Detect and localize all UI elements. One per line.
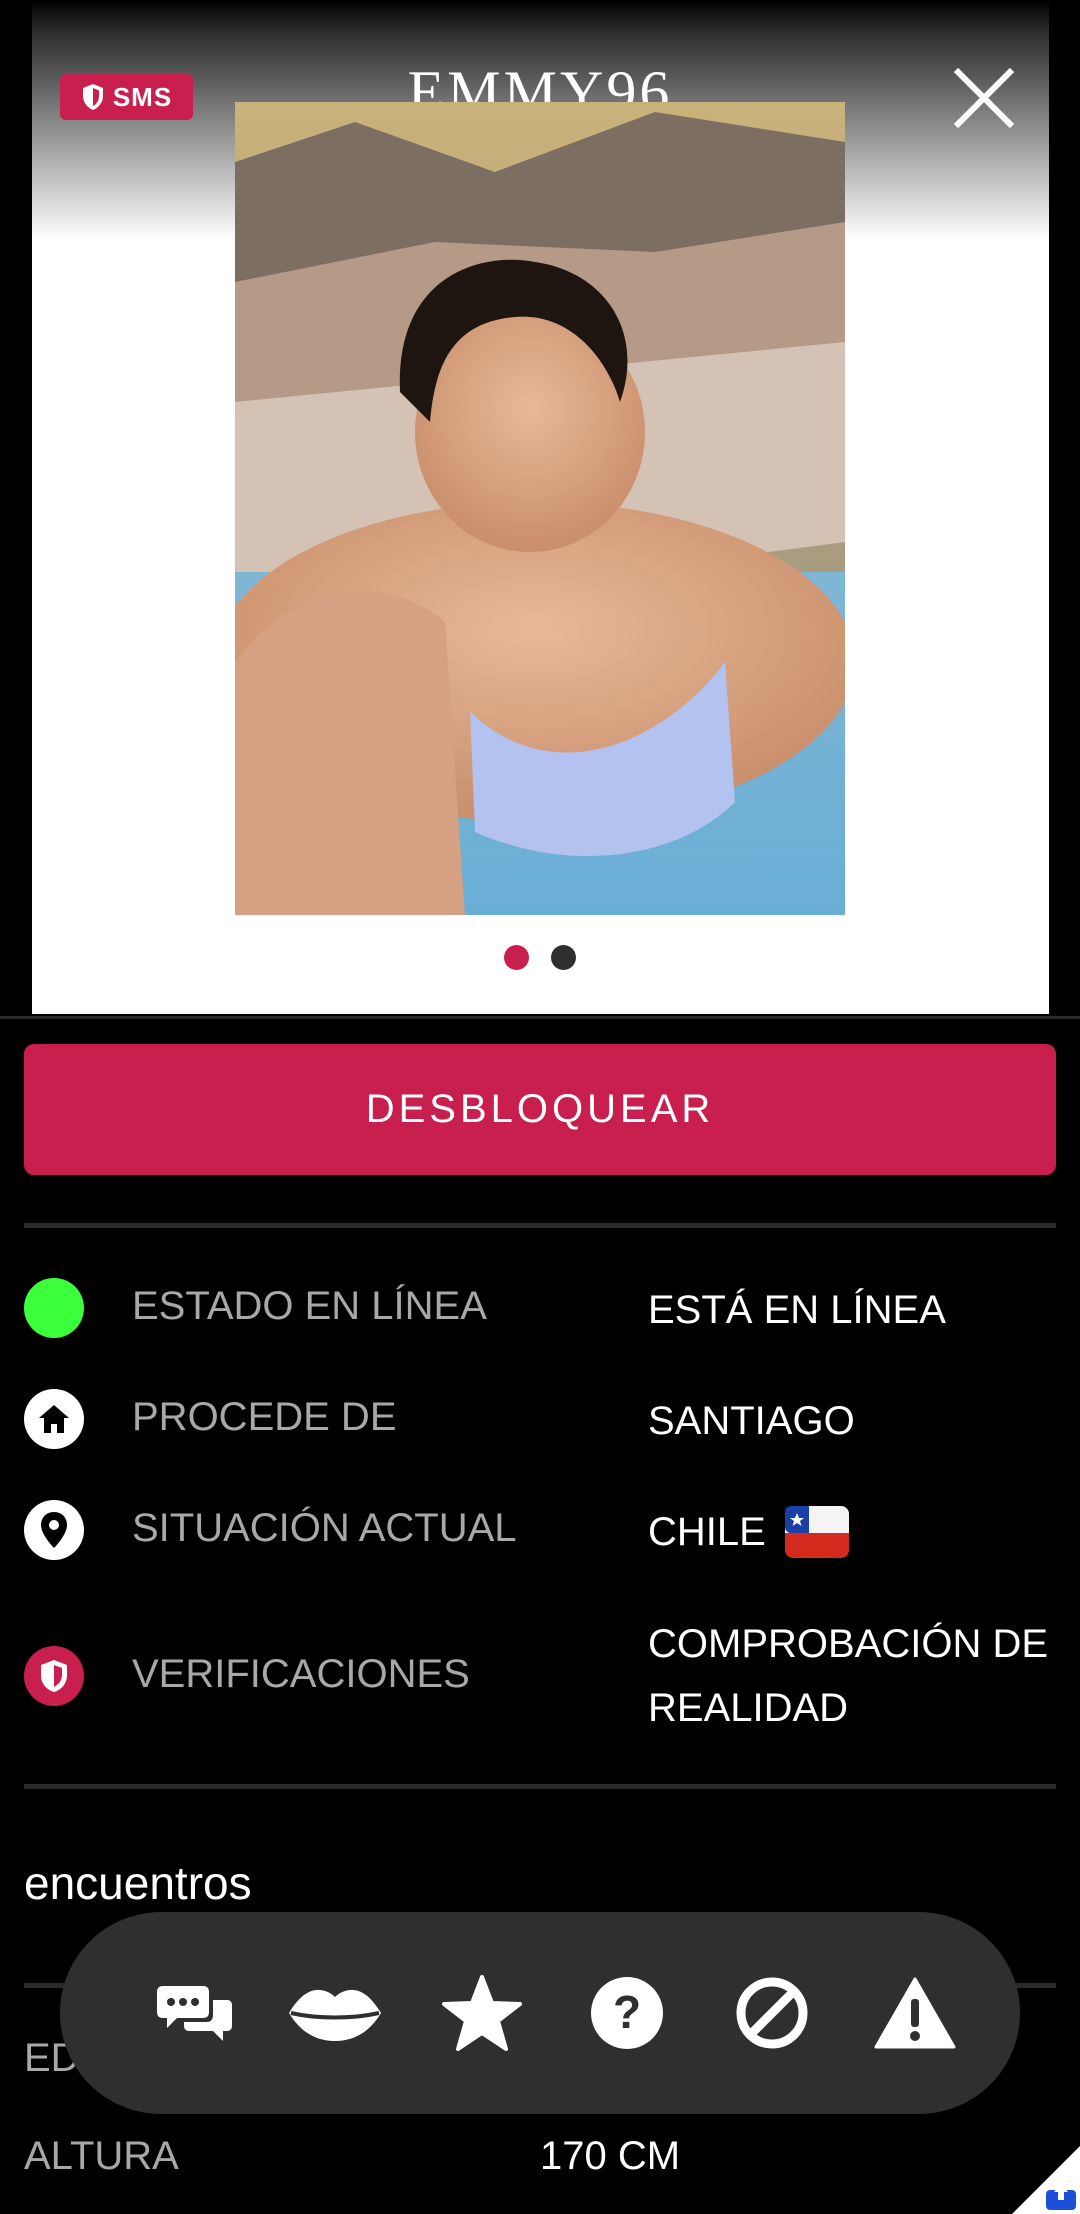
favorite-button[interactable] bbox=[427, 1912, 537, 2114]
online-status-icon bbox=[24, 1278, 84, 1338]
detail-value: ESTÁ EN LÍNEA bbox=[648, 1288, 946, 1332]
detail-row-online-status: ESTADO EN LÍNEA ESTÁ EN LÍNEA bbox=[24, 1278, 1056, 1342]
detail-label: VERIFICACIONES bbox=[132, 1652, 470, 1696]
photo-pagination bbox=[0, 945, 1080, 970]
shield-icon bbox=[24, 1646, 84, 1706]
block-button[interactable] bbox=[717, 1912, 827, 2114]
kiss-button[interactable] bbox=[280, 1912, 390, 2114]
detail-value: CHILE bbox=[648, 1510, 766, 1554]
divider bbox=[24, 1223, 1056, 1228]
block-icon bbox=[736, 1977, 808, 2049]
detail-value-line: COMPROBACIÓN DE bbox=[648, 1622, 1049, 1666]
kiss-lips-icon bbox=[289, 1989, 381, 2041]
profile-photo-image bbox=[235, 102, 845, 915]
profile-photo[interactable] bbox=[235, 102, 845, 915]
attribute-label-height: ALTURA bbox=[24, 2134, 179, 2178]
question-button[interactable]: ? bbox=[572, 1912, 682, 2114]
home-icon bbox=[24, 1389, 84, 1449]
unlock-button[interactable]: DESBLOQUEAR bbox=[24, 1044, 1056, 1175]
detail-value: SANTIAGO bbox=[648, 1399, 855, 1443]
detail-row-current-location: SITUACIÓN ACTUAL CHILE bbox=[24, 1500, 1056, 1564]
warning-icon bbox=[874, 1977, 956, 2049]
detail-value-line: REALIDAD bbox=[648, 1686, 849, 1730]
divider bbox=[24, 1784, 1056, 1789]
pagination-dot-active[interactable] bbox=[504, 945, 529, 970]
section-title: encuentros bbox=[24, 1857, 252, 1909]
chile-flag-icon bbox=[785, 1506, 849, 1558]
star-icon bbox=[442, 1975, 522, 2051]
detail-row-verifications: VERIFICACIONES COMPROBACIÓN DE REALIDAD bbox=[24, 1612, 1056, 1740]
divider bbox=[0, 1016, 1080, 1019]
location-pin-icon bbox=[24, 1500, 84, 1560]
question-icon: ? bbox=[591, 1977, 663, 2049]
attribute-value-height: 170 CM bbox=[540, 2134, 681, 2178]
close-button[interactable] bbox=[950, 64, 1018, 132]
detail-label: PROCEDE DE bbox=[132, 1395, 397, 1439]
chat-button[interactable] bbox=[140, 1912, 250, 2114]
detail-label: ESTADO EN LÍNEA bbox=[132, 1284, 487, 1328]
pagination-dot[interactable] bbox=[551, 945, 576, 970]
svg-text:?: ? bbox=[613, 1986, 641, 2038]
chat-bubbles-icon bbox=[157, 1986, 232, 2041]
detail-row-origin: PROCEDE DE SANTIAGO bbox=[24, 1389, 1056, 1453]
close-icon bbox=[953, 67, 1015, 129]
action-bar: ? bbox=[60, 1912, 1020, 2114]
scroll-top-icon[interactable] bbox=[1012, 2146, 1080, 2214]
detail-label: SITUACIÓN ACTUAL bbox=[132, 1506, 517, 1550]
report-button[interactable] bbox=[860, 1912, 970, 2114]
